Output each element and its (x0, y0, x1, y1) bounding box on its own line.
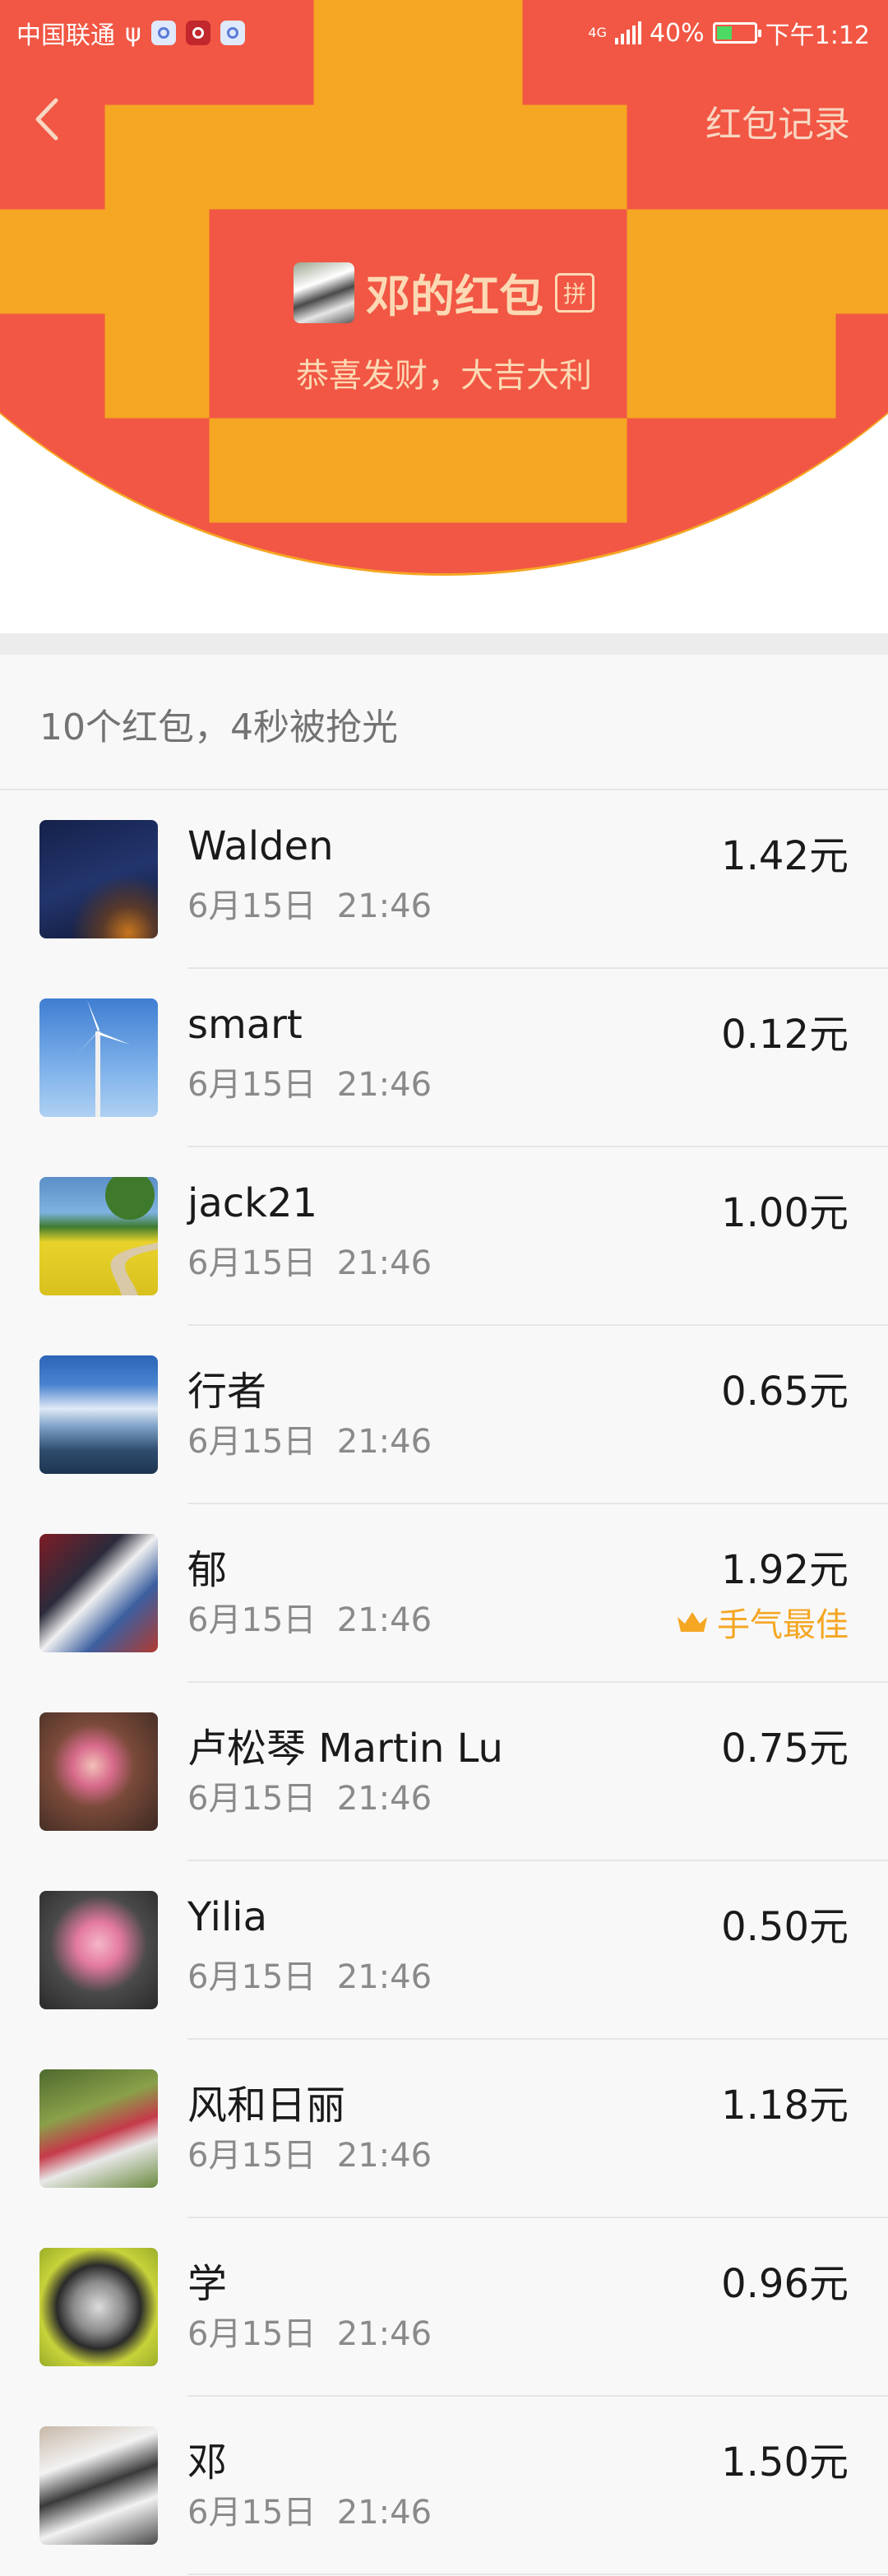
claim-time: 6月15日 21:46 (187, 1601, 432, 1639)
recipient-name: 行者 (187, 1369, 267, 1415)
summary-text: 10个红包，4秒被抢光 (39, 707, 398, 748)
recipient-name: jack21 (187, 1180, 318, 1226)
recipient-name: 风和日丽 (187, 2083, 346, 2129)
avatar[interactable] (39, 2069, 158, 2188)
recipient-name: 卢松琴 Martin Lu (187, 1726, 503, 1772)
claim-time: 6月15日 21:46 (187, 887, 432, 925)
claim-amount: 1.00元 (721, 1190, 849, 1236)
sender-title: 邓的红包 (366, 271, 543, 322)
claim-time: 6月15日 21:46 (187, 2137, 432, 2175)
network-type-label: 4G (588, 25, 607, 40)
field-road-image (105, 1177, 158, 1295)
claim-amount: 1.42元 (721, 833, 849, 879)
recipient-name: Walden (187, 823, 334, 869)
claim-amount: 0.50元 (721, 1904, 849, 1950)
recipient-name: 郁 (187, 1547, 228, 1593)
summary-bar: 10个红包，4秒被抢光 (0, 655, 888, 790)
claim-time: 6月15日 21:46 (187, 1423, 432, 1461)
list-item[interactable]: Yilia 6月15日 21:46 0.50元 (0, 1861, 888, 2040)
best-luck-label: 手气最佳 (717, 1606, 849, 1644)
sender-avatar (294, 262, 354, 323)
app-notification-icon (220, 21, 245, 45)
avatar[interactable] (39, 2426, 158, 2545)
pin-badge: 拼 (555, 272, 594, 313)
divider (187, 2574, 888, 2575)
avatar[interactable] (39, 998, 158, 1117)
claim-amount: 0.75元 (721, 1726, 849, 1772)
claim-time: 6月15日 21:46 (187, 1066, 432, 1104)
carrier-label: 中国联通 (16, 21, 115, 50)
app-notification-icon (150, 21, 176, 45)
best-luck-badge: 手气最佳 (676, 1598, 849, 1646)
red-packet-header: 中国联通 ψ 4G 40% 下午1:12 红包记录 邓的红包 拼 恭喜发财，大吉… (0, 0, 888, 633)
claim-amount: 0.65元 (721, 1369, 849, 1415)
chevron-left-icon (35, 98, 58, 141)
recipient-name: 邓 (187, 2439, 228, 2486)
sender-info: 邓的红包 拼 (0, 260, 888, 325)
greeting-message: 恭喜发财，大吉大利 (296, 357, 592, 395)
back-button[interactable] (25, 90, 74, 148)
usb-icon: ψ (125, 18, 141, 48)
avatar[interactable] (39, 1355, 158, 1474)
list-item[interactable]: jack21 6月15日 21:46 1.00元 (0, 1147, 888, 1326)
red-packet-records-link[interactable]: 红包记录 (705, 95, 850, 147)
claim-time: 6月15日 21:46 (187, 2315, 432, 2353)
list-item[interactable]: 行者 6月15日 21:46 0.65元 (0, 1326, 888, 1504)
claim-time: 6月15日 21:46 (187, 2494, 432, 2532)
recipient-name: smart (187, 1002, 303, 1048)
claim-amount: 0.12元 (721, 1012, 849, 1058)
huawei-notification-icon (185, 21, 210, 45)
list-item[interactable]: 邓 6月15日 21:46 1.50元 (0, 2397, 888, 2575)
claim-amount: 1.18元 (721, 2083, 849, 2129)
list-item[interactable]: smart 6月15日 21:46 0.12元 (0, 969, 888, 1147)
wind-turbine-image (76, 1000, 130, 1117)
list-item[interactable]: 郁 6月15日 21:46 1.92元 手气最佳 (0, 1504, 888, 1683)
crown-icon (678, 1612, 707, 1632)
battery-percent: 40% (649, 18, 705, 48)
avatar[interactable] (39, 1712, 158, 1831)
claim-time: 6月15日 21:46 (187, 1244, 432, 1282)
claim-time: 6月15日 21:46 (187, 1958, 432, 1996)
avatar[interactable] (39, 1177, 158, 1295)
list-item[interactable]: 学 6月15日 21:46 0.96元 (0, 2218, 888, 2397)
signal-icon (614, 21, 641, 44)
section-divider (0, 633, 888, 655)
avatar[interactable] (39, 820, 158, 938)
list-item[interactable]: 风和日丽 6月15日 21:46 1.18元 (0, 2040, 888, 2218)
list-item[interactable]: 卢松琴 Martin Lu 6月15日 21:46 0.75元 (0, 1683, 888, 1861)
claim-amount: 0.96元 (721, 2261, 849, 2307)
avatar[interactable] (39, 1534, 158, 1652)
claim-amount: 1.50元 (721, 2439, 849, 2486)
avatar[interactable] (39, 2248, 158, 2366)
list-item[interactable]: Walden 6月15日 21:46 1.42元 (0, 790, 888, 969)
claim-amount: 1.92元 (721, 1547, 849, 1593)
status-bar: 中国联通 ψ 4G 40% 下午1:12 (0, 0, 888, 59)
recipient-name: Yilia (187, 1894, 268, 1940)
clock: 下午1:12 (765, 21, 870, 50)
battery-icon (712, 22, 761, 44)
claim-records-list: Walden 6月15日 21:46 1.42元 smart 6月15日 21:… (0, 790, 888, 2575)
recipient-name: 学 (187, 2261, 228, 2307)
avatar[interactable] (39, 1891, 158, 2009)
claim-time: 6月15日 21:46 (187, 1780, 432, 1818)
